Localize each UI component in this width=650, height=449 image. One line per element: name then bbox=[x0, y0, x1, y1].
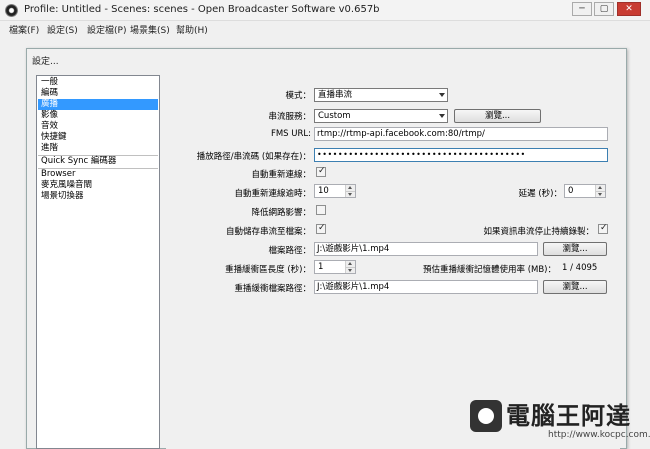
delay-label: 延遲 (秒)： bbox=[518, 189, 562, 199]
category-list[interactable]: 一般 編碼 廣播 影像 音效 快捷鍵 進階 Quick Sync 編碼器 Bro… bbox=[36, 75, 160, 449]
category-advanced[interactable]: 進階 bbox=[38, 143, 158, 154]
broadcast-settings-panel: 模式： 直播串流 串流服務： Custom 瀏覽... FMS URL: rtm… bbox=[166, 75, 620, 449]
category-audio[interactable]: 音效 bbox=[38, 121, 158, 132]
keep-recording-label: 如果資訊串流停止持續錄製： bbox=[483, 227, 594, 237]
category-scene-switcher[interactable]: 場景切換器 bbox=[38, 191, 158, 202]
delay-spinner[interactable]: 0 bbox=[564, 184, 606, 198]
auto-save-checkbox[interactable] bbox=[316, 223, 326, 234]
settings-dialog: 設定... 一般 編碼 廣播 影像 音效 快捷鍵 進階 Quick Sync 編… bbox=[26, 48, 627, 449]
category-encoding[interactable]: 編碼 bbox=[38, 88, 158, 99]
replay-buffer-value: 1 bbox=[318, 262, 324, 272]
mode-select[interactable]: 直播串流 bbox=[314, 88, 448, 102]
stream-key-input[interactable]: •••••••••••••••••••••••••••••••••••••••• bbox=[314, 148, 608, 162]
mode-value: 直播串流 bbox=[318, 90, 353, 100]
category-broadcast[interactable]: 廣播 bbox=[38, 99, 158, 110]
reconnect-timeout-label: 自動重新連線逾時： bbox=[234, 189, 311, 199]
auto-reconnect-label: 自動重新連線： bbox=[251, 170, 311, 180]
chevron-down-icon bbox=[439, 114, 445, 118]
menu-settings[interactable]: 設定(S) bbox=[47, 23, 78, 36]
minimize-button[interactable]: ─ bbox=[572, 2, 592, 16]
watermark: 電腦王阿達 http://www.kocpc.com.tw bbox=[468, 396, 650, 446]
spin-down-icon[interactable] bbox=[346, 267, 355, 273]
replay-file-path-input[interactable]: J:\遊戲影片\1.mp4 bbox=[314, 280, 538, 294]
fms-url-input[interactable]: rtmp://rtmp-api.facebook.com:80/rtmp/ bbox=[314, 127, 608, 141]
delay-value: 0 bbox=[568, 186, 574, 196]
service-browse-button[interactable]: 瀏覽... bbox=[454, 109, 541, 123]
spinner-buttons[interactable] bbox=[595, 185, 605, 197]
auto-reconnect-checkbox[interactable] bbox=[316, 166, 326, 177]
chevron-down-icon bbox=[439, 93, 445, 97]
category-general[interactable]: 一般 bbox=[38, 77, 158, 88]
category-hotkeys[interactable]: 快捷鍵 bbox=[38, 132, 158, 143]
replay-buffer-spinner[interactable]: 1 bbox=[314, 260, 356, 274]
replay-memory-value: 1 / 4095 bbox=[562, 263, 598, 273]
reduce-network-impact-label: 降低網路影響： bbox=[251, 208, 311, 218]
close-button[interactable]: ✕ bbox=[617, 2, 641, 16]
spin-down-icon[interactable] bbox=[596, 191, 605, 197]
category-noise-gate[interactable]: 麥克風噪音閘 bbox=[38, 180, 158, 191]
keep-recording-checkbox[interactable] bbox=[598, 223, 608, 234]
service-value: Custom bbox=[318, 111, 351, 121]
spinner-buttons[interactable] bbox=[345, 261, 355, 273]
menu-scene-collection[interactable]: 場景集(S) bbox=[130, 23, 170, 36]
category-browser[interactable]: Browser bbox=[38, 169, 158, 180]
category-video[interactable]: 影像 bbox=[38, 110, 158, 121]
service-select[interactable]: Custom bbox=[314, 109, 448, 123]
reconnect-timeout-value: 10 bbox=[318, 186, 329, 196]
file-path-input[interactable]: J:\遊戲影片\1.mp4 bbox=[314, 242, 538, 256]
maximize-button[interactable]: ▢ bbox=[594, 2, 614, 16]
file-path-browse-button[interactable]: 瀏覽... bbox=[543, 242, 607, 256]
spin-down-icon[interactable] bbox=[346, 191, 355, 197]
service-label: 串流服務： bbox=[268, 112, 311, 122]
obs-app-icon bbox=[5, 4, 18, 17]
menu-help[interactable]: 幫助(H) bbox=[176, 23, 208, 36]
reconnect-timeout-spinner[interactable]: 10 bbox=[314, 184, 356, 198]
file-path-label: 檔案路徑： bbox=[268, 246, 311, 256]
watermark-text: 電腦王阿達 bbox=[506, 402, 631, 430]
menu-bar: 檔案(F) 設定(S) 設定檔(P) 場景集(S) 幫助(H) bbox=[0, 21, 650, 37]
mode-label: 模式： bbox=[285, 91, 311, 101]
menu-file[interactable]: 檔案(F) bbox=[9, 23, 39, 36]
spinner-buttons[interactable] bbox=[345, 185, 355, 197]
reduce-network-impact-checkbox[interactable] bbox=[316, 205, 326, 215]
category-quick-sync[interactable]: Quick Sync 編碼器 bbox=[38, 156, 158, 167]
stream-key-label: 播放路徑/串流碼 (如果存在)： bbox=[196, 152, 311, 162]
dialog-title: 設定... bbox=[32, 57, 59, 67]
fms-url-label: FMS URL: bbox=[270, 129, 311, 139]
watermark-logo-icon bbox=[470, 400, 502, 432]
replay-memory-label: 預估重播緩衝記憶體使用率 (MB)： bbox=[422, 265, 556, 275]
main-titlebar: Profile: Untitled - Scenes: scenes - Ope… bbox=[0, 0, 650, 21]
watermark-url: http://www.kocpc.com.tw bbox=[548, 430, 650, 440]
auto-save-label: 自動儲存串流至檔案： bbox=[225, 227, 311, 237]
replay-file-path-label: 重播緩衝檔案路徑： bbox=[234, 284, 311, 294]
replay-file-browse-button[interactable]: 瀏覽... bbox=[543, 280, 607, 294]
replay-buffer-length-label: 重播緩衝區長度 (秒)： bbox=[225, 265, 311, 275]
menu-profile[interactable]: 設定檔(P) bbox=[87, 23, 126, 36]
window-title: Profile: Untitled - Scenes: scenes - Ope… bbox=[24, 4, 380, 15]
